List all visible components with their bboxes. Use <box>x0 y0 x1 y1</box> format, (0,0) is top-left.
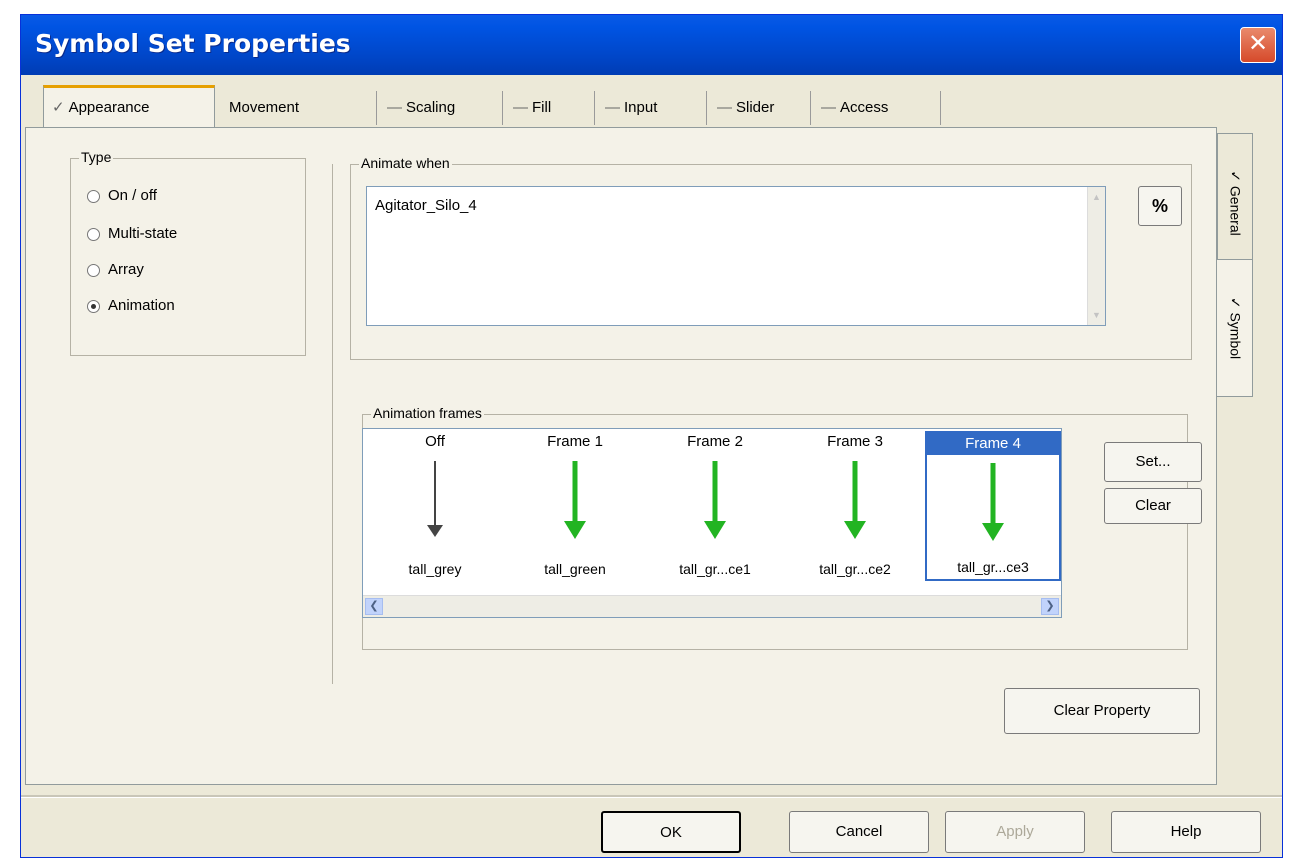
set-frame-button[interactable]: Set... <box>1104 442 1202 482</box>
vertical-scrollbar[interactable]: ▲ ▼ <box>1087 187 1105 325</box>
tab-label: Input <box>624 99 658 116</box>
scroll-up-icon[interactable]: ▲ <box>1088 189 1105 205</box>
tab-label: Fill <box>532 99 552 116</box>
check-icon: ✓ <box>1227 296 1243 309</box>
scroll-right-icon[interactable]: ❯ <box>1041 598 1059 615</box>
tab-mark-icon: — <box>821 99 836 116</box>
arrow-down-grey-icon <box>427 461 443 537</box>
tab-label: Access <box>840 99 889 116</box>
frame-title: Frame 4 <box>927 433 1059 455</box>
radio-button-icon <box>87 189 100 203</box>
tab-input[interactable]: — Input <box>597 91 707 125</box>
animation-frames-list[interactable]: Off tall_grey Frame 1 tall_green Frame 2 <box>362 428 1062 618</box>
radio-button-icon <box>87 263 100 277</box>
side-tab-symbol[interactable]: ✓ Symbol <box>1217 259 1253 397</box>
tab-mark-icon: — <box>513 99 528 116</box>
cancel-button[interactable]: Cancel <box>789 811 929 853</box>
tab-appearance[interactable]: ✓ Appearance <box>43 85 215 129</box>
animate-when-title: Animate when <box>359 155 452 171</box>
frame-title: Frame 1 <box>547 433 603 450</box>
radio-label: Animation <box>108 297 175 314</box>
tag-browse-button[interactable]: % <box>1138 186 1182 226</box>
animate-when-expression-field[interactable]: Agitator_Silo_4 ▲ ▼ <box>366 186 1106 326</box>
frame-off[interactable]: Off tall_grey <box>367 431 503 581</box>
window-title: Symbol Set Properties <box>35 29 351 58</box>
tab-label: Movement <box>229 99 300 116</box>
tab-scaling[interactable]: — Scaling <box>379 91 503 125</box>
tab-label: Appearance <box>68 99 150 116</box>
frame-1[interactable]: Frame 1 tall_green <box>507 431 643 581</box>
radio-animation[interactable]: Animation <box>87 295 175 317</box>
scroll-left-icon[interactable]: ❮ <box>365 598 383 615</box>
frame-symbol-name: tall_gr...ce1 <box>679 561 751 577</box>
scroll-down-icon[interactable]: ▼ <box>1088 307 1105 323</box>
arrow-down-green-icon <box>704 461 726 539</box>
side-tab-text: Symbol <box>1227 312 1243 360</box>
tab-movement[interactable]: Movement <box>217 91 377 125</box>
tab-access[interactable]: — Access <box>813 91 941 125</box>
footer-separator <box>21 795 1282 798</box>
radio-label: On / off <box>108 187 157 204</box>
frame-symbol-name: tall_grey <box>408 561 462 577</box>
horizontal-scrollbar[interactable]: ❮ ❯ <box>363 595 1061 617</box>
tab-mark-icon: — <box>717 99 732 116</box>
tab-fill[interactable]: — Fill <box>505 91 595 125</box>
frame-3[interactable]: Frame 3 tall_gr...ce2 <box>787 431 923 581</box>
tab-strip: ✓ Appearance Movement — Scaling — Fill — Inp… <box>21 79 1282 129</box>
animation-frames-title: Animation frames <box>371 405 484 421</box>
check-icon: ✓ <box>52 99 65 116</box>
frame-2[interactable]: Frame 2 tall_gr...ce1 <box>647 431 783 581</box>
frame-symbol-name: tall_green <box>544 561 606 577</box>
radio-button-icon <box>87 227 100 241</box>
radio-label: Multi-state <box>108 225 178 242</box>
radio-on-off[interactable]: On / off <box>87 185 157 207</box>
radio-label: Array <box>108 261 144 278</box>
radio-array[interactable]: Array <box>87 259 144 281</box>
clear-frame-button[interactable]: Clear <box>1104 488 1202 524</box>
arrow-down-green-icon <box>844 461 866 539</box>
frame-title: Frame 2 <box>687 433 743 450</box>
tab-label: Scaling <box>406 99 456 116</box>
title-bar: Symbol Set Properties ✕ <box>21 15 1282 75</box>
tab-slider[interactable]: — Slider <box>709 91 811 125</box>
tab-panel-appearance: Type On / off Multi-state Array Animatio… <box>25 127 1217 785</box>
frame-4[interactable]: Frame 4 tall_gr...ce3 <box>925 431 1061 581</box>
radio-button-checked-icon <box>87 299 100 313</box>
clear-property-button[interactable]: Clear Property <box>1004 688 1200 734</box>
side-tab-general[interactable]: ✓ General <box>1217 133 1253 273</box>
tab-mark-icon: — <box>387 99 402 116</box>
ok-button[interactable]: OK <box>601 811 741 853</box>
type-group-title: Type <box>79 149 114 165</box>
symbol-set-properties-dialog: Symbol Set Properties ✕ ✓ Appearance Move… <box>20 14 1283 858</box>
check-icon: ✓ <box>1227 170 1244 183</box>
tab-label: Slider <box>736 99 775 116</box>
radio-multi-state[interactable]: Multi-state <box>87 223 177 245</box>
frame-symbol-name: tall_gr...ce2 <box>819 561 891 577</box>
arrow-down-green-icon <box>982 463 1004 541</box>
apply-button[interactable]: Apply <box>945 811 1085 853</box>
type-group: Type On / off Multi-state Array Animatio… <box>70 149 306 356</box>
side-tab-label: ✓ Symbol <box>1226 297 1243 359</box>
close-button[interactable]: ✕ <box>1240 27 1276 63</box>
frame-symbol-name: tall_gr...ce3 <box>957 559 1029 575</box>
tab-mark-icon: — <box>605 99 620 116</box>
frame-title: Off <box>425 433 445 450</box>
side-tab-label: ✓ General <box>1227 170 1244 235</box>
arrow-down-green-icon <box>564 461 586 539</box>
expression-text: Agitator_Silo_4 <box>375 197 477 214</box>
vertical-divider <box>332 164 333 684</box>
frame-title: Frame 3 <box>827 433 883 450</box>
side-tab-text: General <box>1227 185 1244 236</box>
help-button[interactable]: Help <box>1111 811 1261 853</box>
